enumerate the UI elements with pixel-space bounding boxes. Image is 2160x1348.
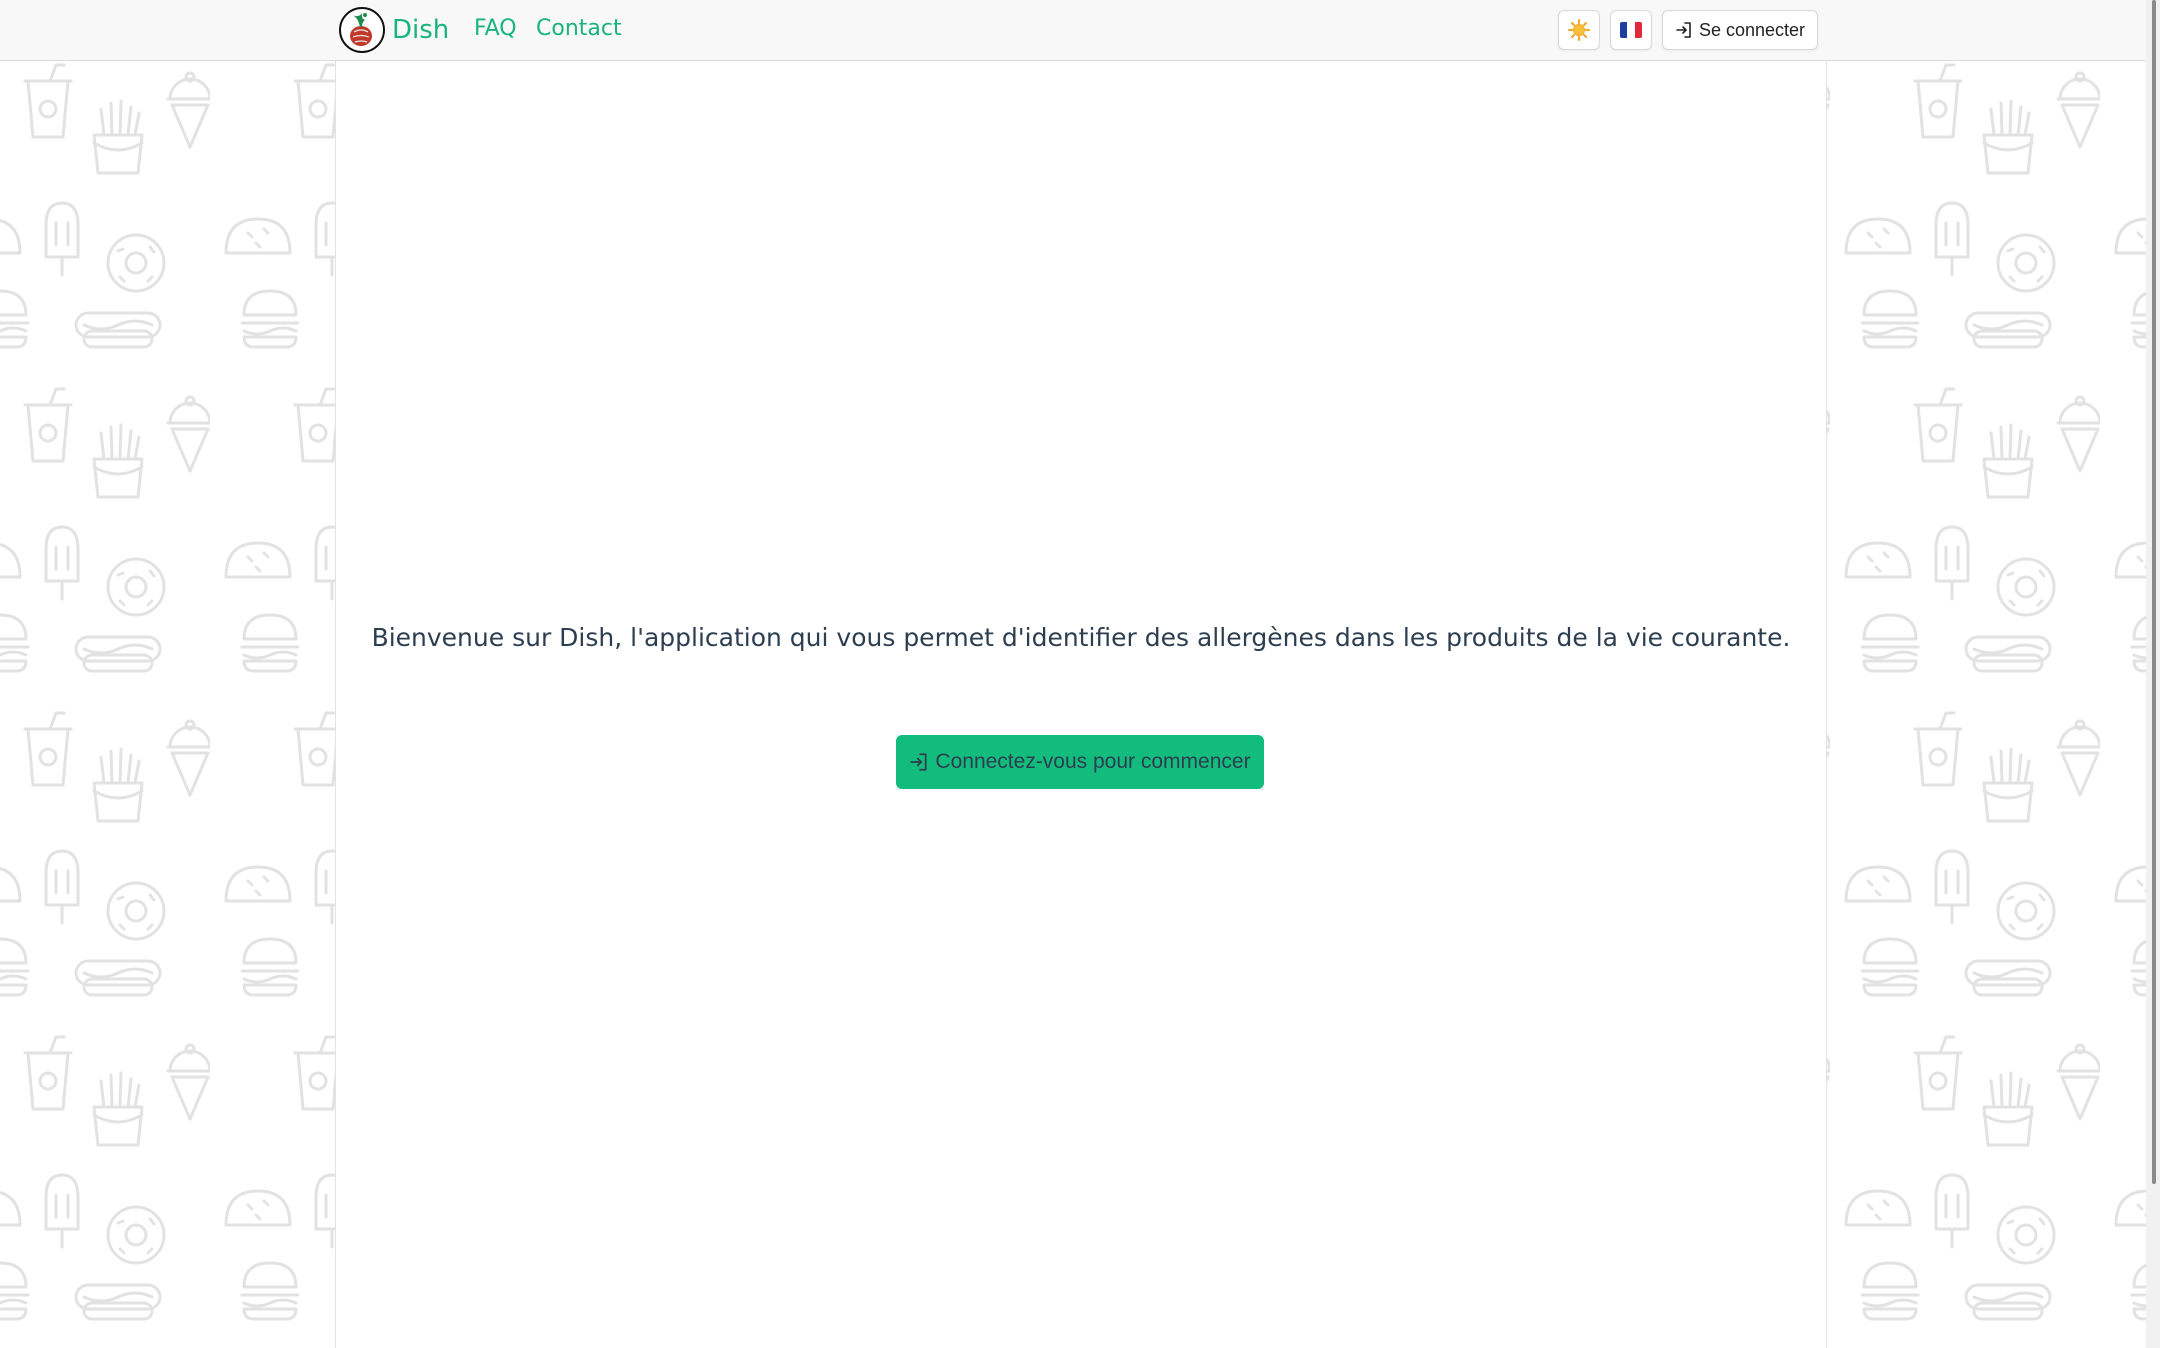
get-started-label: Connectez-vous pour commencer (935, 750, 1251, 773)
get-started-login-button[interactable]: Connectez-vous pour commencer (896, 735, 1264, 789)
language-button[interactable] (1610, 10, 1652, 50)
theme-toggle-button[interactable] (1558, 10, 1600, 50)
brand-name: Dish (392, 15, 450, 45)
welcome-message: Bienvenue sur Dish, l'application qui vo… (371, 623, 1791, 652)
sun-icon (1568, 19, 1590, 41)
main-content: Bienvenue sur Dish, l'application qui vo… (335, 61, 1827, 1348)
login-button[interactable]: Se connecter (1662, 10, 1818, 50)
france-flag-icon (1620, 22, 1642, 38)
page-scrollbar[interactable] (2146, 0, 2160, 1348)
nav-link-contact[interactable]: Contact (536, 16, 622, 41)
brand-link[interactable]: Dish (338, 5, 449, 55)
nav-link-faq[interactable]: FAQ (474, 16, 517, 41)
scrollbar-thumb[interactable] (2152, 0, 2156, 1184)
login-button-label: Se connecter (1698, 19, 1806, 40)
login-icon (1676, 22, 1691, 38)
login-icon (910, 753, 927, 771)
top-navbar: Dish FAQ Contact Se connecter (0, 0, 2160, 61)
dish-logo-icon (339, 7, 385, 53)
